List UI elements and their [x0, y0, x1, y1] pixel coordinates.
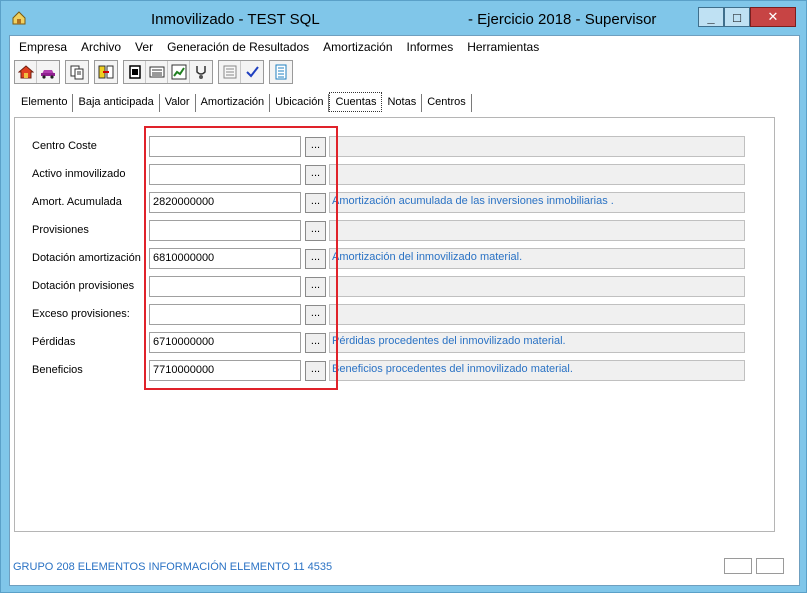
toolbar-group-1 — [14, 60, 60, 84]
row-centro-coste: Centro Coste ... — [15, 136, 775, 158]
checkmark-icon[interactable] — [241, 61, 263, 83]
provisiones-input[interactable] — [149, 220, 301, 241]
row-beneficios: Beneficios 7710000000 ... Beneficios pro… — [15, 360, 775, 382]
home-icon[interactable] — [15, 61, 37, 83]
dotacion-provisiones-browse-button[interactable]: ... — [305, 277, 326, 297]
tab-notas[interactable]: Notas — [382, 94, 423, 112]
centro-coste-description — [329, 136, 745, 157]
perdidas-browse-button[interactable]: ... — [305, 333, 326, 353]
notes-icon[interactable] — [270, 61, 292, 83]
dotacion-provisiones-input[interactable] — [149, 276, 301, 297]
title-bar[interactable]: Inmovilizado - TEST SQL - Ejercicio 2018… — [1, 1, 806, 35]
toolbar-group-6 — [269, 60, 293, 84]
menu-empresa[interactable]: Empresa — [19, 40, 67, 54]
dotacion-amortizacion-description: Amortización del inmovilizado material. — [329, 248, 745, 269]
row-label: Centro Coste — [32, 140, 97, 152]
row-label: Pérdidas — [32, 336, 76, 348]
activo-inmovilizado-input[interactable] — [149, 164, 301, 185]
tab-cuentas[interactable]: Cuentas — [329, 92, 383, 112]
menu-herramientas[interactable]: Herramientas — [467, 40, 539, 54]
row-label: Provisiones — [32, 224, 89, 236]
maximize-button[interactable]: □ — [724, 7, 750, 27]
row-provisiones: Provisiones ... — [15, 220, 775, 242]
chart-icon[interactable] — [168, 61, 190, 83]
window-title: Inmovilizado - TEST SQL — [151, 11, 320, 28]
menu-amortizacion[interactable]: Amortización — [323, 40, 392, 54]
centro-coste-input[interactable] — [149, 136, 301, 157]
perdidas-description: Pérdidas procedentes del inmovilizado ma… — [329, 332, 745, 353]
toolbar-group-4 — [123, 60, 213, 84]
tab-elemento[interactable]: Elemento — [16, 94, 74, 112]
dotacion-provisiones-description — [329, 276, 745, 297]
tab-amortizacion[interactable]: Amortización — [196, 94, 271, 112]
beneficios-description: Beneficios procedentes del inmovilizado … — [329, 360, 745, 381]
tab-ubicacion[interactable]: Ubicación — [270, 94, 330, 112]
row-dotacion-provisiones: Dotación provisiones ... — [15, 276, 775, 298]
menu-archivo[interactable]: Archivo — [81, 40, 121, 54]
activo-inmovilizado-browse-button[interactable]: ... — [305, 165, 326, 185]
calculator-icon[interactable] — [146, 61, 168, 83]
status-text: GRUPO 208 ELEMENTOS INFORMACIÓN ELEMENTO… — [13, 561, 333, 573]
app-window: Inmovilizado - TEST SQL - Ejercicio 2018… — [0, 0, 807, 593]
beneficios-browse-button[interactable]: ... — [305, 361, 326, 381]
provisiones-description — [329, 220, 745, 241]
client-area: Empresa Archivo Ver Generación de Result… — [9, 35, 800, 586]
activo-inmovilizado-description — [329, 164, 745, 185]
row-perdidas: Pérdidas 6710000000 ... Pérdidas procede… — [15, 332, 775, 354]
exceso-provisiones-browse-button[interactable]: ... — [305, 305, 326, 325]
beneficios-input[interactable]: 7710000000 — [149, 360, 301, 381]
toolbar-group-3 — [94, 60, 118, 84]
copy-icon[interactable] — [66, 61, 88, 83]
status-box-2 — [756, 558, 784, 574]
row-label: Amort. Acumulada — [32, 196, 122, 208]
list-icon[interactable] — [219, 61, 241, 83]
amort-acumulada-input[interactable]: 2820000000 — [149, 192, 301, 213]
minimize-button[interactable]: _ — [698, 7, 724, 27]
tab-bar: Elemento Baja anticipada Valor Amortizac… — [16, 92, 472, 112]
amort-acumulada-browse-button[interactable]: ... — [305, 193, 326, 213]
status-bar: GRUPO 208 ELEMENTOS INFORMACIÓN ELEMENTO… — [10, 556, 799, 578]
close-button[interactable]: ✕ — [750, 7, 796, 27]
menu-ver[interactable]: Ver — [135, 40, 153, 54]
row-label: Activo inmovilizado — [32, 168, 126, 180]
stethoscope-icon[interactable] — [190, 61, 212, 83]
app-home-icon — [12, 11, 26, 25]
centro-coste-browse-button[interactable]: ... — [305, 137, 326, 157]
row-label: Beneficios — [32, 364, 83, 376]
document-icon[interactable] — [124, 61, 146, 83]
exceso-provisiones-description — [329, 304, 745, 325]
row-label: Dotación amortización — [32, 252, 141, 264]
row-amort-acumulada: Amort. Acumulada 2820000000 ... Amortiza… — [15, 192, 775, 214]
row-exceso-provisiones: Exceso provisiones: ... — [15, 304, 775, 326]
tab-valor[interactable]: Valor — [160, 94, 196, 112]
status-box-1 — [724, 558, 752, 574]
transfer-icon[interactable] — [95, 61, 117, 83]
tab-centros[interactable]: Centros — [422, 94, 472, 112]
dotacion-amortizacion-input[interactable]: 6810000000 — [149, 248, 301, 269]
menu-informes[interactable]: Informes — [407, 40, 454, 54]
row-label: Dotación provisiones — [32, 280, 135, 292]
perdidas-input[interactable]: 6710000000 — [149, 332, 301, 353]
window-subtitle: - Ejercicio 2018 - Supervisor — [468, 11, 657, 28]
toolbar-group-5 — [218, 60, 264, 84]
row-label: Exceso provisiones: — [32, 308, 130, 320]
row-dotacion-amortizacion: Dotación amortización 6810000000 ... Amo… — [15, 248, 775, 270]
toolbar — [14, 60, 298, 84]
provisiones-browse-button[interactable]: ... — [305, 221, 326, 241]
row-activo-inmovilizado: Activo inmovilizado ... — [15, 164, 775, 186]
amort-acumulada-description: Amortización acumulada de las inversione… — [329, 192, 745, 213]
menu-generacion-resultados[interactable]: Generación de Resultados — [167, 40, 309, 54]
cuentas-panel: Centro Coste ... Activo inmovilizado ...… — [14, 117, 775, 532]
tab-baja-anticipada[interactable]: Baja anticipada — [73, 94, 160, 112]
toolbar-group-2 — [65, 60, 89, 84]
menu-bar: Empresa Archivo Ver Generación de Result… — [10, 36, 799, 58]
car-icon[interactable] — [37, 61, 59, 83]
dotacion-amortizacion-browse-button[interactable]: ... — [305, 249, 326, 269]
exceso-provisiones-input[interactable] — [149, 304, 301, 325]
